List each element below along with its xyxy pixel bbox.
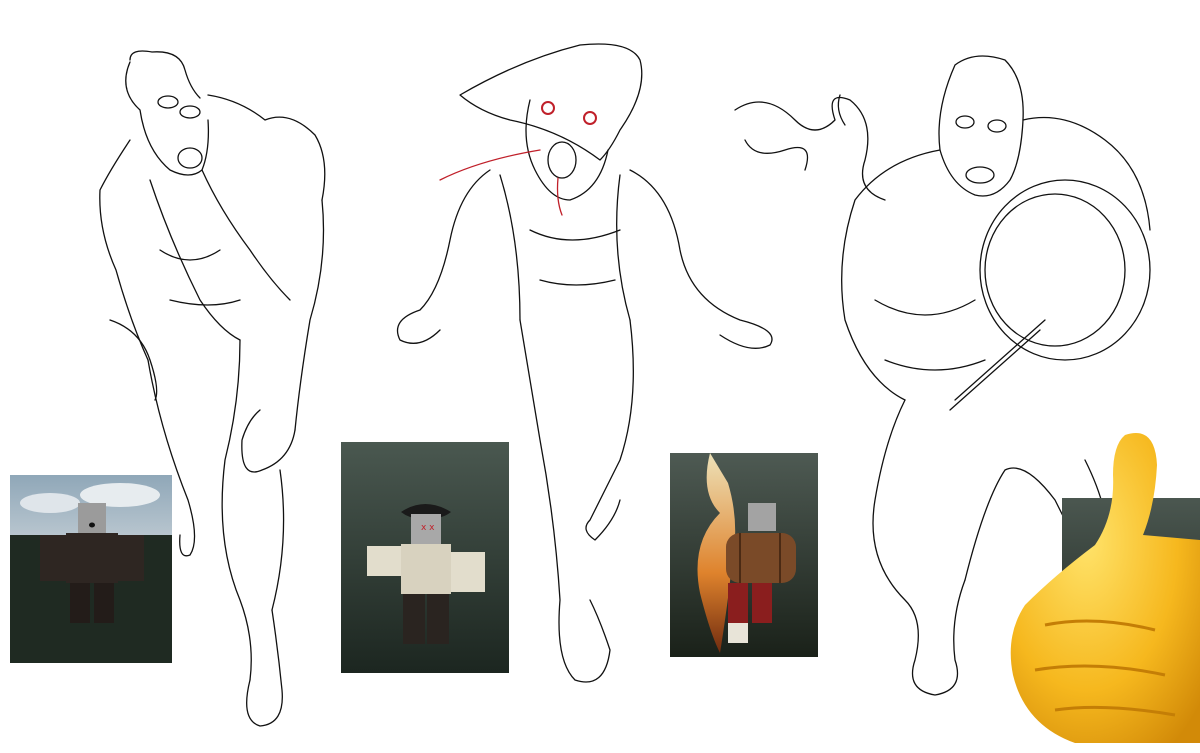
svg-text:x x: x x [421,523,435,533]
render-hat-thumbnail: x x [341,442,509,673]
sketch-canvas: x x [0,0,1200,753]
render-barrel-thumbnail [670,453,818,657]
render-suit-thumbnail [10,475,172,663]
thumbs-up-emoji [1010,433,1200,743]
